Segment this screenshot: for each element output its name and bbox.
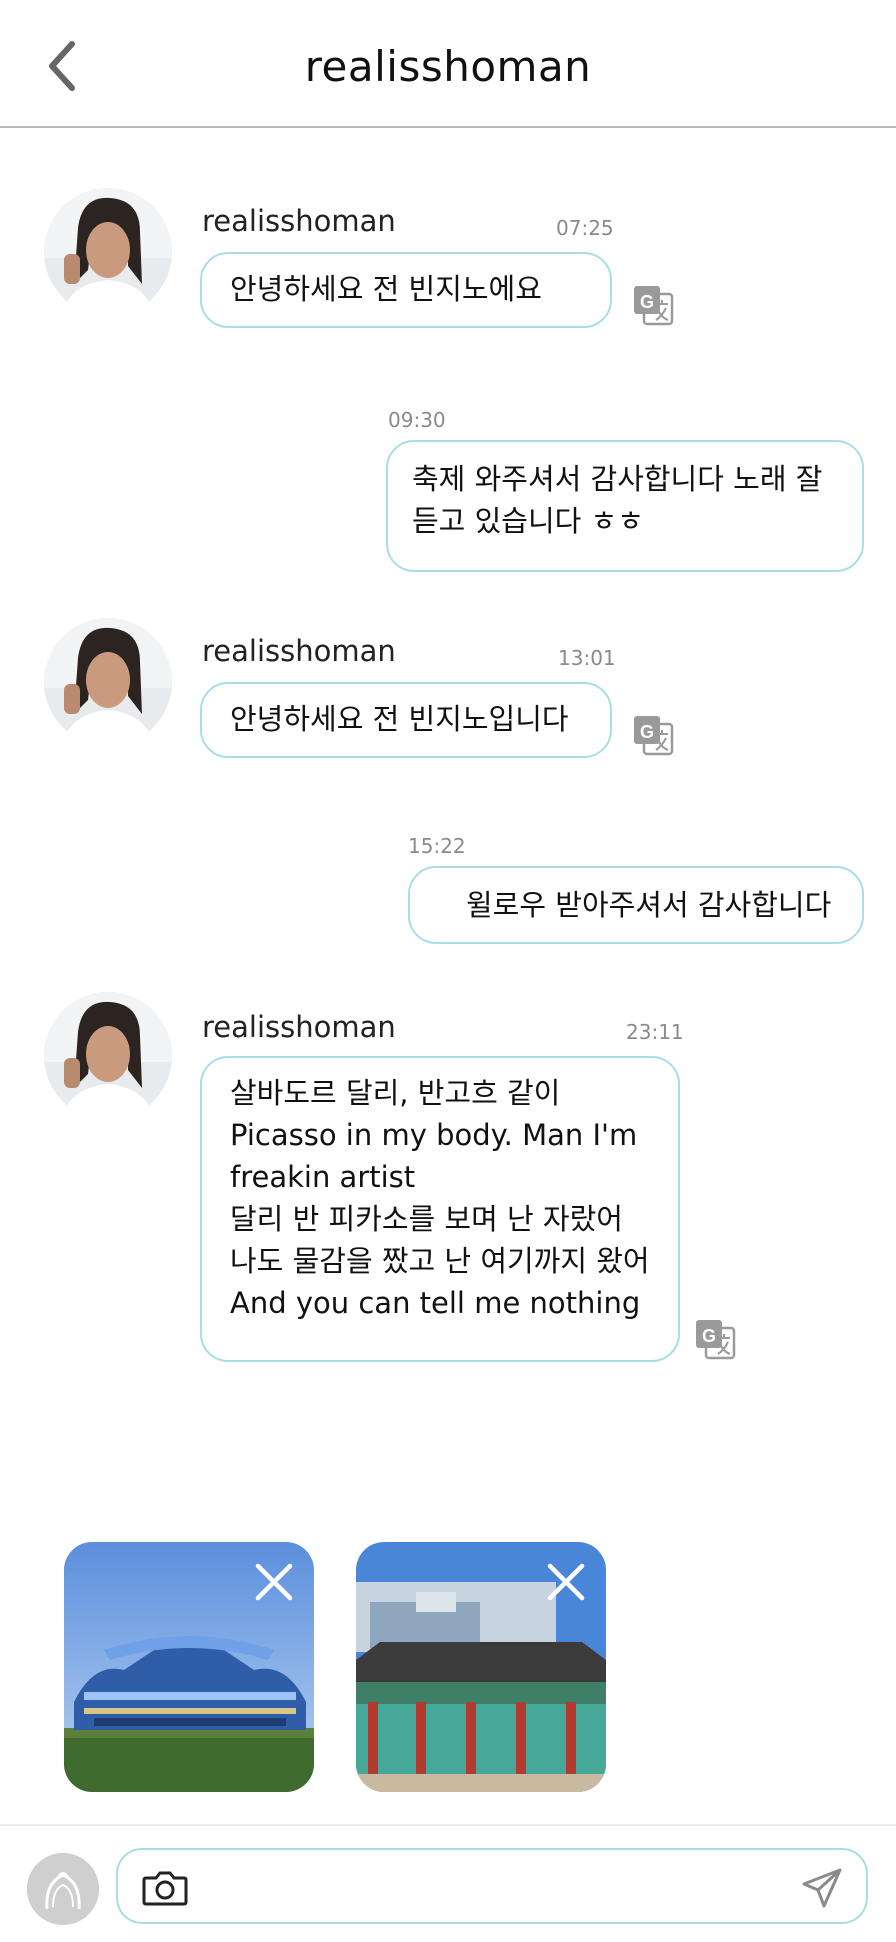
close-icon <box>547 1563 585 1601</box>
message-bubble: 살바도르 달리, 반고흐 같이 Picasso in my body. Man … <box>200 1056 680 1362</box>
message-text: And you can tell me nothing <box>230 1286 641 1320</box>
message-text: 나도 물감을 짰고 난 여기까지 왔어 <box>230 1244 650 1278</box>
google-translate-icon: G <box>696 1320 736 1360</box>
message-input[interactable] <box>200 1860 764 1914</box>
message-time: 09:30 <box>388 408 446 432</box>
translate-button[interactable]: G <box>694 1318 736 1360</box>
profile-placeholder-icon <box>27 1853 99 1925</box>
sender-name: realisshoman <box>202 204 396 238</box>
svg-text:G: G <box>702 1326 716 1346</box>
camera-button[interactable] <box>142 1870 188 1906</box>
user-avatar[interactable] <box>27 1853 99 1925</box>
message-text: 축제 와주셔서 감사합니다 노래 잘 <box>412 462 823 496</box>
sender-name: realisshoman <box>202 634 396 668</box>
send-button[interactable] <box>800 1866 844 1910</box>
google-translate-icon: G <box>634 286 674 326</box>
message-text: 듣고 있습니다 ㅎㅎ <box>412 504 644 538</box>
send-icon <box>802 1868 842 1908</box>
svg-text:G: G <box>640 292 654 312</box>
close-icon <box>255 1563 293 1601</box>
contact-avatar[interactable] <box>44 618 172 746</box>
remove-attachment-button[interactable] <box>252 1560 296 1604</box>
attachment-thumbnail[interactable] <box>356 1542 606 1792</box>
message-text: 달리 반 피카소를 보며 난 자랐어 <box>230 1202 623 1236</box>
page-title: realisshoman <box>304 42 592 91</box>
message-time: 07:25 <box>556 216 614 240</box>
translate-button[interactable]: G <box>632 714 674 756</box>
message-bubble: 윌로우 받아주셔서 감사합니다 <box>408 866 864 944</box>
message-text: Picasso in my body. Man I'm <box>230 1118 638 1152</box>
message-bubble: 안녕하세요 전 빈지노에요 <box>200 252 612 328</box>
message-bubble: 안녕하세요 전 빈지노입니다 <box>200 682 612 758</box>
remove-attachment-button[interactable] <box>544 1560 588 1604</box>
google-translate-icon: G <box>634 716 674 756</box>
contact-avatar[interactable] <box>44 188 172 316</box>
message-time: 15:22 <box>408 834 466 858</box>
sender-name: realisshoman <box>202 1010 396 1044</box>
contact-avatar[interactable] <box>44 992 172 1120</box>
message-time: 23:11 <box>626 1020 684 1044</box>
message-text: freakin artist <box>230 1160 416 1194</box>
message-input-container <box>116 1848 868 1924</box>
message-text: 안녕하세요 전 빈지노입니다 <box>230 702 569 736</box>
attachment-thumbnail[interactable] <box>64 1542 314 1792</box>
message-time: 13:01 <box>558 646 616 670</box>
message-text: 안녕하세요 전 빈지노에요 <box>230 272 542 306</box>
message-text: 윌로우 받아주셔서 감사합니다 <box>466 888 832 922</box>
camera-icon <box>142 1871 188 1906</box>
translate-button[interactable]: G <box>632 284 674 326</box>
svg-text:G: G <box>640 722 654 742</box>
message-composer <box>0 1824 896 1942</box>
chat-header: realisshoman <box>0 0 896 128</box>
message-text: 살바도르 달리, 반고흐 같이 <box>230 1076 561 1110</box>
message-bubble: 축제 와주셔서 감사합니다 노래 잘 듣고 있습니다 ㅎㅎ <box>386 440 864 572</box>
